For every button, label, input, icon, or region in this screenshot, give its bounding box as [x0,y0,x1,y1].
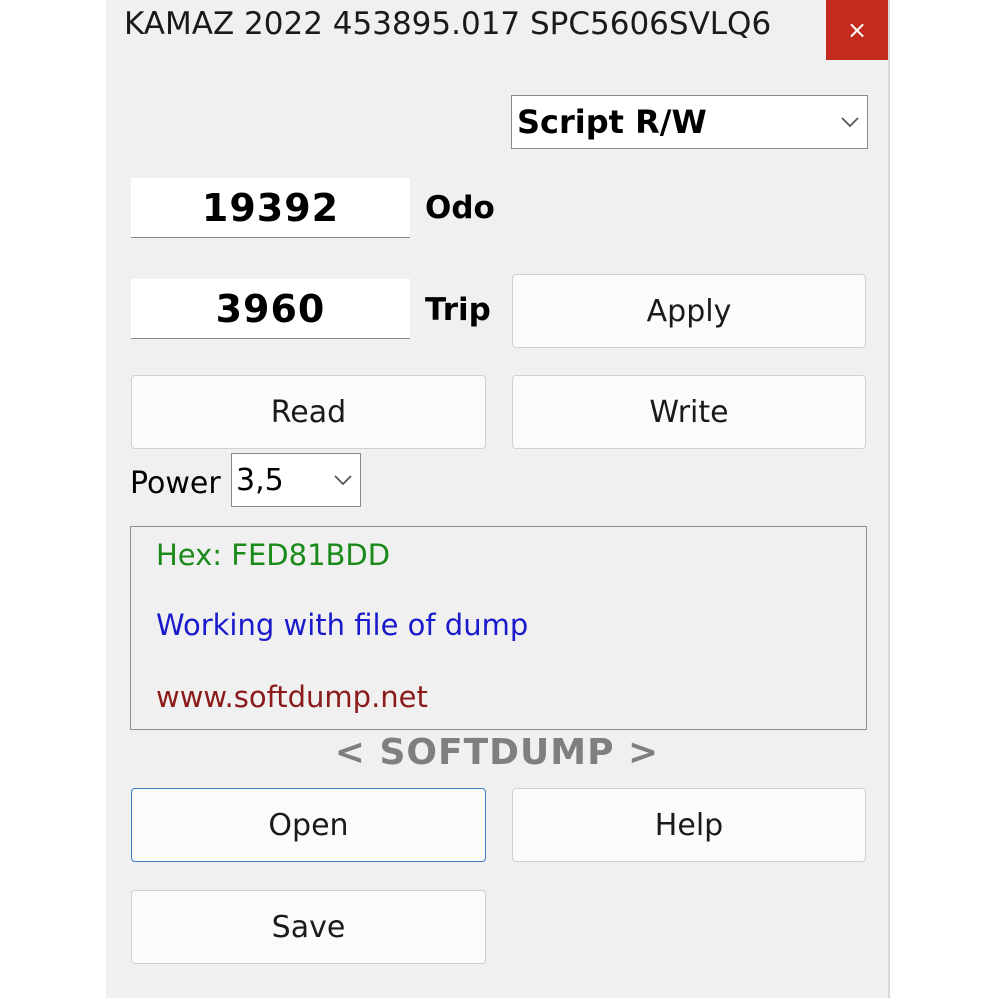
chevron-down-icon [326,474,360,486]
chevron-down-icon [833,116,867,128]
main-window: KAMAZ 2022 453895.017 SPC5606SVLQ6 × Scr… [106,0,890,998]
power-label: Power [130,466,221,501]
odo-input[interactable]: 19392 [131,178,410,238]
help-button[interactable]: Help [512,788,866,862]
mode-select-value: Script R/W [517,103,707,141]
open-button[interactable]: Open [131,788,486,862]
close-button[interactable]: × [826,0,888,60]
save-button[interactable]: Save [131,890,486,964]
write-button[interactable]: Write [512,375,866,449]
trip-label: Trip [425,292,491,328]
log-website-line: www.softdump.net [156,680,428,714]
brand-label: < SOFTDUMP > [334,732,660,773]
log-panel: Hex: FED81BDD Working with file of dump … [130,526,867,730]
close-icon: × [846,16,868,44]
log-status-line: Working with file of dump [156,608,529,642]
read-button[interactable]: Read [131,375,486,449]
power-select[interactable]: 3,5 [231,453,361,507]
power-select-value: 3,5 [236,462,284,498]
mode-select[interactable]: Script R/W [511,95,868,149]
odo-label: Odo [425,190,495,226]
window-title: KAMAZ 2022 453895.017 SPC5606SVLQ6 [124,6,772,42]
log-hex-line: Hex: FED81BDD [156,538,391,572]
trip-input[interactable]: 3960 [131,279,410,339]
title-bar[interactable]: KAMAZ 2022 453895.017 SPC5606SVLQ6 × [106,0,888,60]
apply-button[interactable]: Apply [512,274,866,348]
